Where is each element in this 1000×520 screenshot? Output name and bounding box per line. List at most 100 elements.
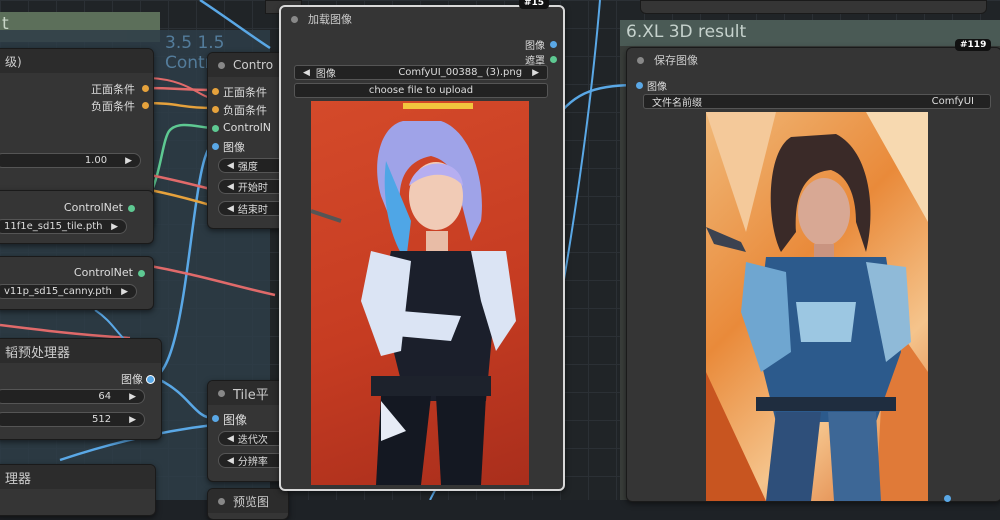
- decrement-arrow-icon[interactable]: ◀: [227, 182, 234, 192]
- output-mask-dot[interactable]: [550, 56, 557, 63]
- node-header[interactable]: 保存图像: [627, 48, 1000, 72]
- node-title: 预览图: [233, 494, 270, 509]
- node-title: 韬预处理器: [5, 345, 71, 361]
- output-positive-dot[interactable]: [142, 85, 149, 92]
- image-preview: [311, 101, 529, 485]
- node-title: 理器: [5, 471, 32, 487]
- select-arrow-icon[interactable]: ▶: [111, 222, 118, 232]
- select-arrow-icon[interactable]: ▶: [121, 287, 128, 297]
- node-header[interactable]: 级): [0, 49, 153, 73]
- node-title: 级): [5, 54, 22, 69]
- collapse-dot[interactable]: [218, 61, 225, 69]
- workflow-canvas[interactable]: t 3.5 1.5 Control 6.XL 3D result 级) 正面条件…: [0, 0, 1000, 520]
- node-title: Tile平: [233, 387, 269, 403]
- decrement-arrow-icon[interactable]: ◀: [227, 161, 234, 171]
- preprocessor-node[interactable]: 韬预处理器 图像 64 ▶ 512 ▶: [0, 338, 162, 440]
- end-label: 结束时: [237, 205, 268, 216]
- param-a-value: 64: [98, 391, 112, 402]
- collapse-dot[interactable]: [218, 497, 225, 505]
- node-header[interactable]: 预览图: [208, 489, 288, 513]
- collapse-dot[interactable]: [637, 56, 644, 64]
- node-header[interactable]: 韬预处理器: [0, 339, 161, 363]
- input-image-dot[interactable]: [212, 143, 219, 150]
- input-image-dot[interactable]: [636, 82, 643, 89]
- controlnet-loader-tile[interactable]: ControlNet 11f1e_sd15_tile.pth ▶: [0, 190, 154, 244]
- result-image-preview: [706, 112, 928, 501]
- image-label: 图像: [315, 69, 336, 80]
- output-image-label: 图像: [525, 41, 545, 52]
- next-arrow-icon[interactable]: ▶: [532, 68, 539, 78]
- output-controlnet-label: ControlNet: [63, 201, 123, 214]
- output-image-label: 图像: [121, 373, 143, 386]
- increment-arrow-icon[interactable]: ▶: [129, 415, 136, 425]
- collapse-dot[interactable]: [291, 15, 298, 23]
- decrement-arrow-icon[interactable]: ◀: [227, 456, 234, 466]
- input-image-label: 图像: [647, 82, 667, 93]
- prefix-value: ComfyUI: [931, 96, 974, 107]
- param-widget-b[interactable]: 512 ▶: [0, 412, 145, 427]
- collapse-dot[interactable]: [218, 389, 225, 397]
- upload-button[interactable]: choose file to upload: [294, 83, 548, 98]
- node-header[interactable]: 理器: [0, 465, 155, 489]
- output-controlnet-label: ControlNet: [73, 266, 133, 279]
- strength-value: 1.00: [84, 155, 108, 166]
- node-header[interactable]: 加载图像: [281, 7, 563, 31]
- upload-button-label: choose file to upload: [368, 85, 474, 96]
- increment-arrow-icon[interactable]: ▶: [129, 392, 136, 402]
- output-negative-dot[interactable]: [142, 102, 149, 109]
- decrement-arrow-icon[interactable]: ◀: [227, 434, 234, 444]
- load-image-node[interactable]: #15 加载图像 图像 遮罩 ◀ 图像 ComfyUI_00388_ (3).p…: [279, 0, 565, 491]
- controlnet-loader-canny[interactable]: ControlNet v11p_sd15_canny.pth ▶: [0, 256, 154, 310]
- resolution-label: 分辨率: [237, 457, 268, 468]
- output-controlnet-dot[interactable]: [128, 205, 135, 212]
- model-value: v11p_sd15_canny.pth: [4, 286, 112, 297]
- output-controlnet-dot[interactable]: [138, 270, 145, 277]
- image-select-widget[interactable]: ◀ 图像 ComfyUI_00388_ (3).png ▶: [294, 65, 548, 80]
- filename-prefix-widget[interactable]: 文件名前缀 ComfyUI: [643, 94, 991, 109]
- input-positive-dot[interactable]: [212, 88, 219, 95]
- group-label: 6.XL 3D result: [626, 22, 747, 42]
- result-illustration: [706, 112, 928, 501]
- node-title: 加载图像: [308, 13, 352, 26]
- model-value: 11f1e_sd15_tile.pth: [4, 221, 103, 232]
- output-negative-label: 负面条件: [91, 100, 135, 113]
- connector-dot[interactable]: [944, 495, 951, 502]
- node-id-badge: #15: [519, 0, 550, 9]
- param-widget-a[interactable]: 64 ▶: [0, 389, 145, 404]
- strength-label: 强度: [237, 162, 258, 173]
- start-label: 开始时: [237, 183, 268, 194]
- output-image-dot[interactable]: [146, 375, 155, 384]
- input-image-label: 图像: [223, 413, 248, 427]
- output-image-dot[interactable]: [550, 41, 557, 48]
- input-controlnet-label: ControlN: [223, 121, 271, 134]
- top-right-node-edge[interactable]: [640, 0, 987, 14]
- increment-arrow-icon[interactable]: ▶: [125, 156, 132, 166]
- image-value: ComfyUI_00388_ (3).png: [398, 67, 523, 78]
- node-header[interactable]: Tile平: [208, 381, 288, 405]
- iteration-label: 迭代次: [237, 435, 268, 446]
- input-image-dot[interactable]: [212, 415, 219, 422]
- param-b-value: 512: [91, 414, 112, 425]
- strength-widget[interactable]: 1.00 ▶: [0, 153, 141, 168]
- bottom-left-node[interactable]: 理器: [0, 464, 156, 516]
- node-header[interactable]: Contro: [208, 53, 288, 77]
- model-select-widget[interactable]: 11f1e_sd15_tile.pth ▶: [0, 219, 127, 234]
- character-illustration: [311, 121, 516, 485]
- input-negative-label: 负面条件: [223, 104, 267, 117]
- prefix-label: 文件名前缀: [652, 98, 702, 109]
- input-negative-dot[interactable]: [212, 106, 219, 113]
- node-title: Contro: [233, 58, 274, 72]
- preview-node[interactable]: 预览图: [207, 488, 289, 520]
- tile-node[interactable]: Tile平 图像 ◀ 迭代次 ◀ 分辨率: [207, 380, 293, 482]
- input-positive-label: 正面条件: [223, 86, 267, 99]
- input-image-label: 图像: [223, 141, 245, 154]
- input-controlnet-dot[interactable]: [212, 125, 219, 132]
- apply-controlnet-node[interactable]: Contro 正面条件 负面条件 ControlN 图像 ◀ 强度 ◀ 开始时 …: [207, 52, 293, 229]
- node-title: 保存图像: [654, 54, 698, 67]
- previous-arrow-icon[interactable]: ◀: [303, 68, 310, 78]
- decrement-arrow-icon[interactable]: ◀: [227, 204, 234, 214]
- node-id-badge: #119: [955, 39, 992, 51]
- model-select-widget[interactable]: v11p_sd15_canny.pth ▶: [0, 284, 137, 299]
- output-positive-label: 正面条件: [91, 83, 135, 96]
- save-image-node[interactable]: #119 保存图像 图像 文件名前缀 ComfyUI: [626, 39, 1000, 502]
